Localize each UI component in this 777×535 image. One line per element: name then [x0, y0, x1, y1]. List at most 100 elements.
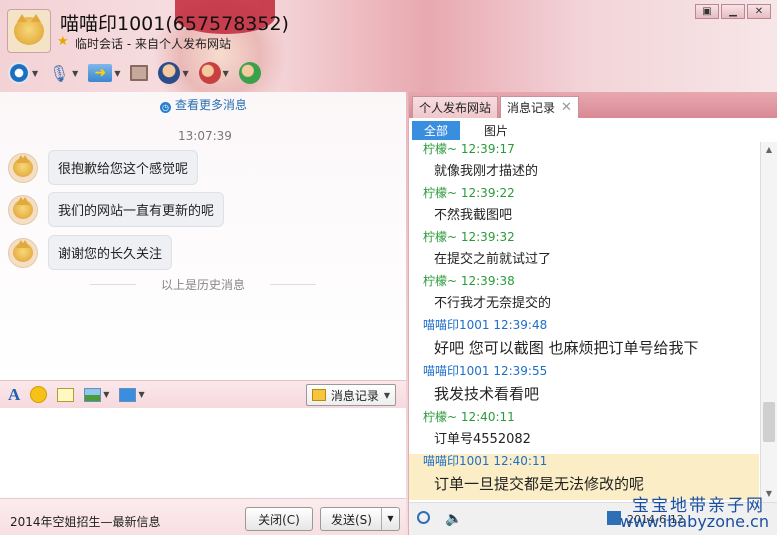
chevron-down-icon: ▼: [138, 390, 145, 399]
close-window-button[interactable]: ✕: [747, 4, 771, 19]
window-controls: ▣ ▁ ✕: [695, 4, 771, 19]
history-filter: 全部 图片: [409, 118, 777, 142]
folder-icon: ➜: [88, 64, 113, 82]
minimize-button[interactable]: ▁: [721, 4, 745, 19]
scrollbar[interactable]: ▲ ▼: [760, 142, 777, 502]
history-entry-header: 柠檬~ 12:39:17: [423, 142, 515, 156]
user-icon: [158, 62, 181, 84]
ad-link[interactable]: 2014年空姐招生—最新信息: [10, 513, 161, 530]
cat-icon: [13, 197, 33, 219]
contact-info-button[interactable]: ▼: [156, 61, 190, 85]
history-icon: [311, 389, 326, 401]
calendar-icon[interactable]: [607, 511, 621, 525]
filter-images[interactable]: 图片: [472, 121, 520, 140]
note-icon[interactable]: [57, 387, 75, 402]
cat-icon: [14, 14, 44, 45]
bottom-bar: 2014年空姐招生—最新信息 关闭(C) 发送(S) ▼: [0, 498, 406, 535]
sender-avatar[interactable]: [8, 237, 38, 268]
message-bubble: 很抱歉给您这个感觉呢: [48, 150, 199, 185]
view-more-link[interactable]: ◷ 查看更多消息: [160, 96, 247, 113]
history-entry: 柠檬~ 12:39:38 不行我才无奈提交的: [409, 274, 759, 318]
history-entry-header: 柠檬~ 12:39:32: [423, 230, 515, 244]
chevron-down-icon: ▼: [114, 68, 121, 78]
history-entry-header: 喵喵印1001 12:40:11: [423, 454, 548, 468]
message-bubble: 我们的网站一直有更新的呢: [48, 192, 225, 227]
panel-tabs: 个人发布网站 消息记录 ✕: [409, 92, 777, 118]
scroll-up-icon[interactable]: ▲: [761, 142, 777, 158]
image-button[interactable]: ▼: [84, 387, 110, 402]
file-transfer-button[interactable]: ➜ ▼: [86, 61, 122, 85]
history-entry-text: 就像我刚才描述的: [434, 164, 539, 179]
chevron-down-icon: ▼: [72, 68, 79, 78]
history-entry-header: 喵喵印1001 12:39:48: [423, 318, 548, 332]
star-icon: ★: [57, 34, 69, 49]
history-entry-text: 在提交之前就试过了: [434, 252, 552, 267]
tab-website[interactable]: 个人发布网站: [412, 96, 499, 118]
message-item: 很抱歉给您这个感觉呢: [8, 150, 199, 185]
font-icon[interactable]: A: [8, 385, 20, 405]
contact-avatar[interactable]: [7, 9, 51, 53]
screenshot-button[interactable]: ▼: [119, 387, 145, 402]
history-entry: 柠檬~ 12:39:17 就像我刚才描述的: [409, 142, 759, 186]
header: 喵喵印1001(657578352) ★ 临时会话 - 来自个人发布网站 ▣ ▁…: [0, 0, 777, 92]
message-history-button[interactable]: 消息记录 ▼: [305, 384, 396, 406]
image-icon: [84, 387, 102, 402]
chevron-down-icon: ▼: [182, 68, 189, 78]
watermark-url: www.ibabyzone.cn: [619, 512, 769, 531]
chevron-down-icon: ▼: [103, 390, 110, 399]
message-input[interactable]: [0, 408, 406, 498]
emoji-icon[interactable]: [30, 386, 48, 403]
add-friend-button[interactable]: [237, 61, 263, 85]
header-toolbar: ▼ 🎙 ▼ ➜ ▼ ▼ ▼: [6, 60, 263, 86]
add-user-icon: [238, 62, 261, 84]
chat-window: 喵喵印1001(657578352) ★ 临时会话 - 来自个人发布网站 ▣ ▁…: [0, 0, 777, 535]
sender-avatar[interactable]: [8, 194, 38, 225]
chevron-down-icon: ▼: [383, 390, 390, 400]
history-entry: 柠檬~ 12:39:32 在提交之前就试过了: [409, 230, 759, 274]
message-history[interactable]: ◷ 查看更多消息 13:07:39 很抱歉给您这个感觉呢 我们的网站一直有更新的呢…: [0, 92, 406, 380]
send-button[interactable]: 发送(S) ▼: [320, 507, 400, 531]
block-user-button[interactable]: ▼: [197, 61, 231, 85]
message-bubble: 谢谢您的长久关注: [48, 235, 173, 270]
screenshot-icon: [119, 387, 137, 402]
history-entry-header: 柠檬~ 12:39:38: [423, 274, 515, 288]
camera-icon: [8, 62, 30, 84]
send-options-chevron-icon[interactable]: ▼: [381, 508, 399, 530]
chevron-down-icon: ▼: [32, 68, 39, 78]
video-call-button[interactable]: ▼: [6, 61, 40, 85]
history-entry: 柠檬~ 12:40:11 订单号4552082: [409, 410, 759, 454]
history-entry: 柠檬~ 12:39:22 不然我截图吧: [409, 186, 759, 230]
history-entry-text: 好吧 您可以截图 也麻烦把订单号给我下: [434, 339, 699, 357]
view-more-label: 查看更多消息: [175, 98, 248, 112]
clock-icon: ◷: [160, 102, 171, 113]
chevron-down-icon: ▼: [222, 68, 229, 78]
contact-title: 喵喵印1001(657578352): [60, 13, 289, 35]
remote-desktop-button[interactable]: [128, 61, 150, 85]
history-entry-header: 柠檬~ 12:40:11: [423, 410, 515, 424]
restore-button[interactable]: ▣: [695, 4, 719, 19]
send-label: 发送(S): [331, 512, 372, 527]
tab-message-history-label: 消息记录: [507, 101, 556, 115]
speaker-icon[interactable]: 🔈: [445, 511, 462, 527]
history-entry: 喵喵印1001 12:39:55 我发技术看看吧: [409, 364, 759, 410]
close-icon[interactable]: ✕: [561, 100, 572, 115]
search-icon[interactable]: [417, 511, 430, 524]
close-button[interactable]: 关闭(C): [245, 507, 313, 531]
history-separator: 以上是历史消息: [90, 276, 316, 293]
input-toolbar: A ▼ ▼ 消息记录 ▼: [0, 380, 406, 408]
history-panel: 个人发布网站 消息记录 ✕ 全部 图片 柠檬~ 12:39:17 就像我刚才描述的柠…: [408, 92, 777, 535]
history-log[interactable]: 柠檬~ 12:39:17 就像我刚才描述的 柠檬~ 12:39:22 不然我截图吧 柠檬…: [409, 142, 759, 502]
message-item: 谢谢您的长久关注: [8, 235, 173, 270]
cat-icon: [13, 155, 33, 177]
history-entry-text: 订单号4552082: [434, 432, 531, 447]
message-item: 我们的网站一直有更新的呢: [8, 192, 225, 227]
message-history-label: 消息记录: [330, 388, 379, 403]
history-entry-text: 不然我截图吧: [434, 208, 513, 223]
filter-all[interactable]: 全部: [412, 120, 461, 140]
sender-avatar[interactable]: [8, 152, 38, 183]
scroll-thumb[interactable]: [763, 402, 775, 442]
tab-message-history[interactable]: 消息记录 ✕: [500, 96, 579, 118]
block-user-icon: [198, 62, 221, 84]
microphone-icon: 🎙: [49, 63, 70, 83]
voice-call-button[interactable]: 🎙 ▼: [46, 61, 80, 85]
